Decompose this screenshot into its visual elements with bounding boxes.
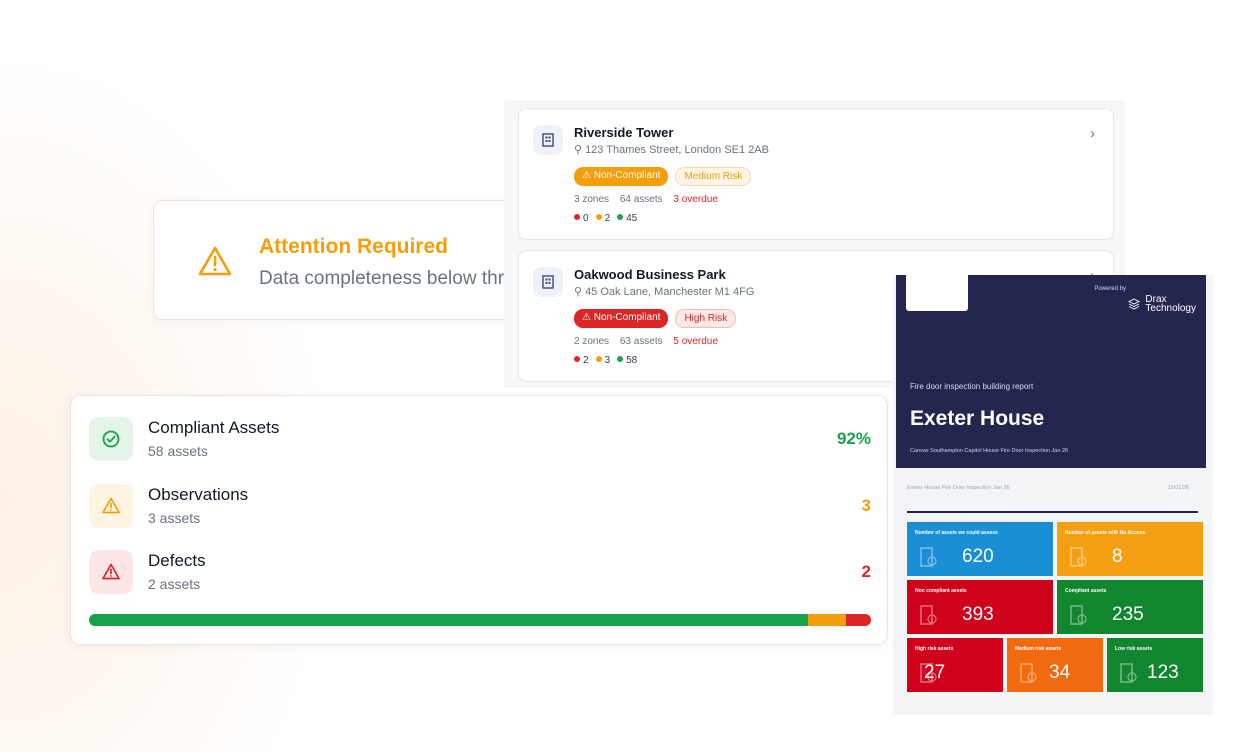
red-count: 0 xyxy=(574,213,589,224)
zones-count: 3 zones xyxy=(574,194,610,205)
building-icon xyxy=(533,267,563,297)
compliance-badge-label: Non-Compliant xyxy=(593,170,661,181)
door-icon xyxy=(1070,547,1087,567)
attention-card: Attention Required Data completeness bel… xyxy=(153,200,525,320)
tile-label: Number of assets with No Access xyxy=(1065,530,1146,536)
compliance-badge: ⚠ Non-Compliant xyxy=(574,309,669,328)
risk-badge: High Risk xyxy=(675,309,737,328)
chevron-right-icon[interactable]: › xyxy=(1090,125,1095,142)
tile-label: Low risk assets xyxy=(1115,646,1153,652)
row-value: 2 xyxy=(861,562,871,581)
property-card-riverside[interactable]: Riverside Tower ⚲ 123 Thames Street, Lond… xyxy=(518,108,1114,240)
observations-row: Observations 3 assets 3 xyxy=(89,484,871,530)
compliance-badge-label: Non-Compliant xyxy=(593,312,661,323)
status-bar-segment-compliant xyxy=(89,614,809,626)
row-title: Compliant Assets xyxy=(148,418,280,437)
property-name: Riverside Tower xyxy=(574,125,674,140)
door-icon xyxy=(1070,605,1087,625)
door-icon xyxy=(920,605,937,625)
powered-by-label: Powered by xyxy=(1094,286,1126,292)
status-counts: 2 3 58 xyxy=(574,355,637,366)
no-access-tile: Number of assets with No Access 8 xyxy=(1057,522,1203,576)
amber-count: 3 xyxy=(595,355,610,366)
status-bar-segment-defects xyxy=(845,614,871,626)
row-value: 92% xyxy=(836,429,871,448)
door-icon xyxy=(920,547,937,567)
tile-value: 393 xyxy=(962,604,994,625)
client-logo-placeholder xyxy=(906,275,968,311)
tile-label: Compliant assets xyxy=(1065,588,1107,594)
row-subtitle: 58 assets xyxy=(148,443,208,459)
tile-label: Medium risk assets xyxy=(1015,646,1062,652)
green-count: 45 xyxy=(617,213,637,224)
tile-value: 34 xyxy=(1049,662,1071,683)
report-doc-line: Exeter House Fire Door Inspection Jan 26 xyxy=(907,485,1010,491)
compliance-badge: ⚠ Non-Compliant xyxy=(574,167,669,186)
tile-value: 620 xyxy=(962,546,994,567)
report-doc-date: 15/01/26 xyxy=(1167,485,1189,491)
report-description: Canvas Southampton Capitol House Fire Do… xyxy=(910,448,1069,454)
amber-count: 2 xyxy=(595,213,610,224)
row-subtitle: 2 assets xyxy=(148,576,201,592)
door-icon xyxy=(1120,663,1137,683)
property-address: ⚲ 123 Thames Street, London SE1 2AB xyxy=(574,143,769,156)
assessable-assets-tile: Number of assets we could assess 620 xyxy=(907,522,1053,576)
property-meta: 2 zones 63 assets 5 overdue xyxy=(574,336,726,347)
report-divider xyxy=(907,511,1198,513)
report-title: Exeter House xyxy=(910,407,1045,430)
status-bar-segment-observations xyxy=(808,614,846,626)
asset-status-card: Compliant Assets 58 assets 92% Observati… xyxy=(70,395,888,645)
location-pin-icon: ⚲ xyxy=(574,286,583,298)
overdue-count: 5 overdue xyxy=(673,336,718,347)
check-circle-icon xyxy=(89,417,133,461)
status-progress-bar xyxy=(89,614,871,626)
door-icon xyxy=(1020,663,1037,683)
location-pin-icon: ⚲ xyxy=(574,144,583,156)
green-count: 58 xyxy=(617,355,637,366)
row-subtitle: 3 assets xyxy=(148,510,201,526)
high-risk-tile: High risk assets 27 xyxy=(907,638,1003,692)
attention-message: Data completeness below threshold xyxy=(259,268,524,289)
non-compliant-tile: Non compliant assets 393 xyxy=(907,580,1053,634)
assets-count: 63 assets xyxy=(619,336,663,347)
zones-count: 2 zones xyxy=(574,336,610,347)
medium-risk-tile: Medium risk assets 34 xyxy=(1007,638,1103,692)
compliant-assets-row: Compliant Assets 58 assets 92% xyxy=(89,417,871,463)
attention-title: Attention Required xyxy=(259,235,448,258)
assets-count: 64 assets xyxy=(619,194,663,205)
property-address-text: 45 Oak Lane, Manchester M1 4FG xyxy=(585,286,755,298)
overdue-count: 3 overdue xyxy=(673,194,718,205)
compliant-tile: Compliant assets 235 xyxy=(1057,580,1203,634)
property-address: ⚲ 45 Oak Lane, Manchester M1 4FG xyxy=(574,285,754,298)
low-risk-tile: Low risk assets 123 xyxy=(1107,638,1203,692)
tile-label: Non compliant assets xyxy=(915,588,967,594)
status-counts: 0 2 45 xyxy=(574,213,637,224)
tile-label: Number of assets we could assess xyxy=(915,530,998,536)
building-icon xyxy=(533,125,563,155)
row-title: Observations xyxy=(148,485,249,504)
tile-value: 235 xyxy=(1112,604,1144,625)
brand-logo: Drax Technology xyxy=(1127,295,1196,314)
tile-value: 123 xyxy=(1147,662,1179,683)
alert-triangle-icon xyxy=(89,550,133,594)
red-count: 2 xyxy=(574,355,589,366)
warning-icon xyxy=(198,246,232,276)
tile-value: 27 xyxy=(924,662,946,683)
property-name: Oakwood Business Park xyxy=(574,267,726,282)
row-value: 3 xyxy=(861,496,871,515)
report-preview: Powered by Drax Technology Fire door insp… xyxy=(893,275,1213,715)
row-title: Defects xyxy=(148,551,206,570)
report-cover: Powered by Drax Technology Fire door insp… xyxy=(896,275,1206,468)
defects-row: Defects 2 assets 2 xyxy=(89,550,871,596)
risk-badge: Medium Risk xyxy=(675,167,752,186)
tile-label: High risk assets xyxy=(915,646,954,652)
report-subtitle: Fire door inspection building report xyxy=(910,382,1034,391)
property-meta: 3 zones 64 assets 3 overdue xyxy=(574,194,726,205)
brand-name-line2: Technology xyxy=(1145,303,1196,314)
warning-icon xyxy=(89,484,133,528)
brand-stack-icon xyxy=(1128,298,1141,310)
tile-value: 8 xyxy=(1112,546,1123,567)
property-address-text: 123 Thames Street, London SE1 2AB xyxy=(585,144,769,156)
